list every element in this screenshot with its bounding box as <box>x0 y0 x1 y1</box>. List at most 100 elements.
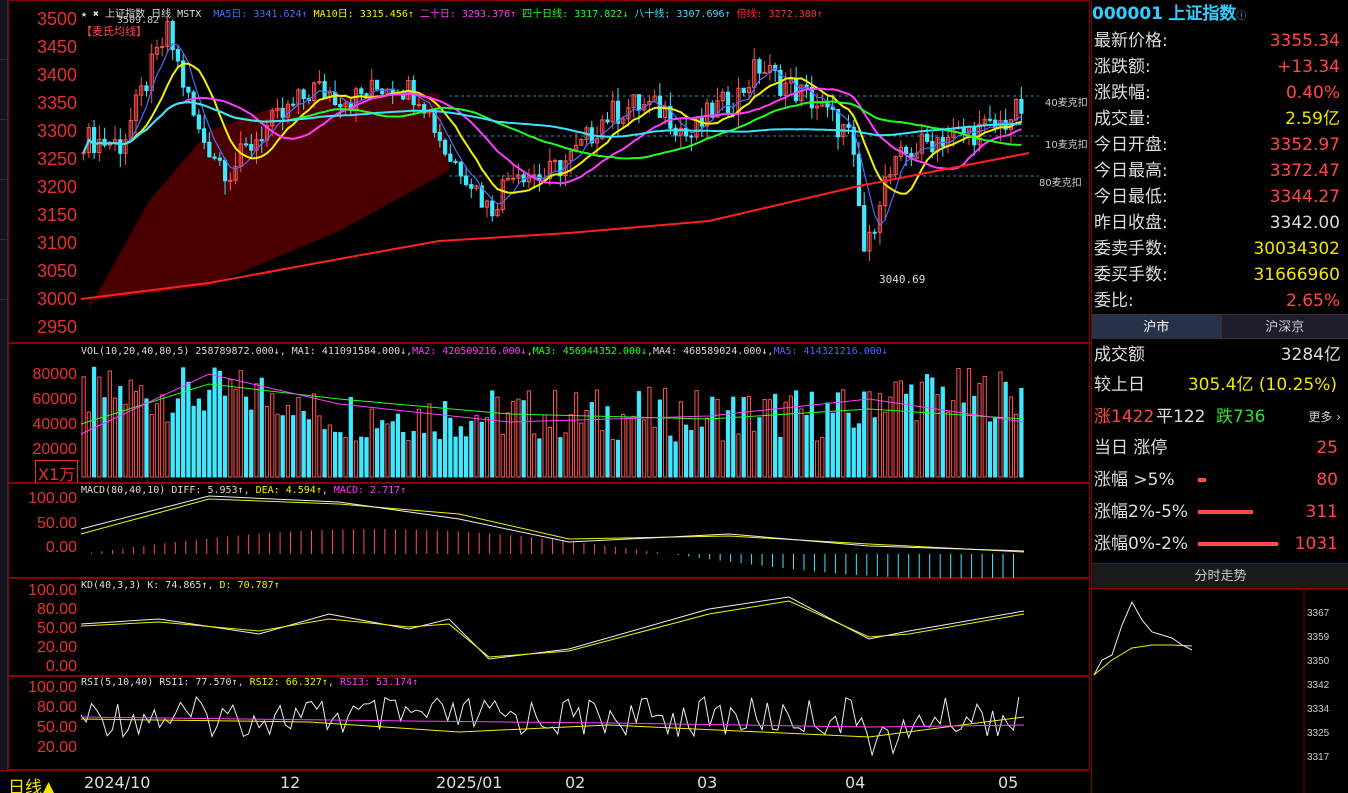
candle-body <box>201 128 207 143</box>
volume-bar <box>427 403 432 478</box>
kd-pane[interactable]: KD(40,3,3) K: 74.865↑, D: 70.787↑ 100.00… <box>8 578 1090 676</box>
candle-body <box>338 103 343 108</box>
volume-bar <box>516 398 521 478</box>
vol-ma3 <box>80 383 1025 425</box>
intraday-chart[interactable]: 3367 3359 3350 3342 3334 3325 3317 <box>1092 590 1348 793</box>
volume-bar <box>579 422 584 478</box>
volume-bar <box>814 440 820 478</box>
volume-bar <box>830 412 835 478</box>
volume-bar <box>542 414 547 478</box>
candle-body <box>793 78 799 102</box>
rsi-pane[interactable]: RSI(5,10,40) RSI1: 77.570↑, RSI2: 66.327… <box>8 676 1090 770</box>
candle-body <box>259 139 264 142</box>
volume-bar <box>469 420 474 478</box>
volume-bar <box>511 400 516 478</box>
macd-chart <box>80 495 1025 579</box>
limit-row: 当日 涨停 25 <box>1094 432 1344 464</box>
candlestick-chart <box>80 15 1039 309</box>
volume-bar <box>332 431 338 478</box>
volume-bar <box>846 412 851 478</box>
intraday-title[interactable]: 分时走势 <box>1092 563 1348 589</box>
volume-bars <box>80 366 1025 478</box>
volume-bar <box>793 390 799 478</box>
kd-chart <box>80 596 1025 660</box>
volume-bar <box>893 381 898 478</box>
candle-body <box>862 205 867 252</box>
volume-bar <box>972 395 977 478</box>
volume-bar <box>107 370 112 478</box>
volume-bar <box>191 405 196 478</box>
rsi-chart <box>80 695 1025 757</box>
volume-bar <box>767 399 773 478</box>
volume-bar <box>631 415 636 478</box>
volume-bar <box>401 431 406 478</box>
volume-bar <box>1014 413 1019 478</box>
volume-bar <box>558 437 563 478</box>
volume-bar <box>201 410 207 478</box>
info-icon[interactable]: ⓘ <box>1236 11 1246 22</box>
volume-bar <box>642 419 647 478</box>
candle-body <box>144 85 149 91</box>
price-line <box>1093 600 1193 676</box>
volume-bar <box>867 391 872 478</box>
volume-bar <box>605 406 610 478</box>
period-button[interactable]: 日线▲ <box>8 773 55 793</box>
vs-prev-row: 较上日 305.4亿 (10.25%) <box>1094 375 1337 395</box>
tab-sh[interactable]: 沪市 <box>1092 314 1221 339</box>
candle-body <box>511 177 516 180</box>
volume-bar <box>490 390 495 478</box>
more-link[interactable]: 更多 › <box>1308 404 1341 430</box>
volume-bar <box>91 366 97 478</box>
volume-bar <box>353 440 359 478</box>
volume-bar <box>133 390 139 478</box>
volume-bar <box>526 390 532 478</box>
limit-label: 当日 涨停 <box>1094 438 1168 458</box>
quote-row: 涨跌幅: 0.40% <box>1092 80 1348 106</box>
price-chart-pane[interactable]: ★ ✖ 上证指数 日线 MSTX MA5日: 3341.624↑ MA10日: 3… <box>8 0 1090 343</box>
volume-pane[interactable]: VOL(10,20,40,80,5) 258789872.000↓, MA1: … <box>8 343 1090 486</box>
candle-body <box>364 93 369 97</box>
volume-bar <box>442 401 448 478</box>
volume-bar <box>877 393 883 478</box>
volume-bar <box>128 379 133 478</box>
quote-label: 今日最低: <box>1094 187 1168 207</box>
market-tabs[interactable]: 沪市 沪深京 <box>1092 314 1348 339</box>
quote-row: 委买手数: 31666960 <box>1092 262 1348 288</box>
volume-bar <box>888 396 893 478</box>
volume-bar <box>343 436 348 478</box>
volume-bar <box>773 393 778 478</box>
volume-bar <box>500 433 505 478</box>
quote-label: 最新价格: <box>1094 31 1168 51</box>
limit-label: 涨幅2%-5% <box>1094 502 1189 522</box>
limit-value: 25 <box>1316 438 1338 458</box>
x-tick: 02 <box>565 773 586 792</box>
quote-label: 成交量: <box>1094 109 1151 129</box>
avg-line <box>1093 644 1193 676</box>
turnover-row: 成交额 3284亿 <box>1094 345 1341 365</box>
tab-hsj[interactable]: 沪深京 <box>1220 314 1348 339</box>
volume-bar <box>338 432 343 478</box>
volume-bar <box>621 414 626 478</box>
quote-label: 涨跌幅: <box>1094 83 1151 103</box>
volume-bar <box>154 403 160 478</box>
volume-bar <box>710 396 715 478</box>
candle-body <box>322 81 327 98</box>
candle-body <box>249 144 254 151</box>
macd-pane[interactable]: MACD(80,40,10) DIFF: 5.953↑, DEA: 4.594↑… <box>8 483 1090 579</box>
limit-value: 80 <box>1316 470 1338 490</box>
rsi1-line <box>80 695 1020 757</box>
limit-row: 涨幅 >5% 80 <box>1094 464 1344 496</box>
volume-bar <box>364 437 369 478</box>
x-tick: 04 <box>845 773 866 792</box>
candle-body <box>291 103 296 106</box>
volume-bar <box>883 411 888 478</box>
volume-bar <box>217 370 222 478</box>
volume-bar <box>112 397 118 478</box>
left-tool-strip[interactable] <box>0 0 8 770</box>
breadth-row: 涨1422 平122 跌736 更多 › <box>1092 404 1348 430</box>
volume-bar <box>851 427 856 478</box>
volume-bar <box>306 419 312 478</box>
candle-body <box>186 86 191 93</box>
volume-bar <box>175 398 181 478</box>
volume-bar <box>270 393 275 478</box>
